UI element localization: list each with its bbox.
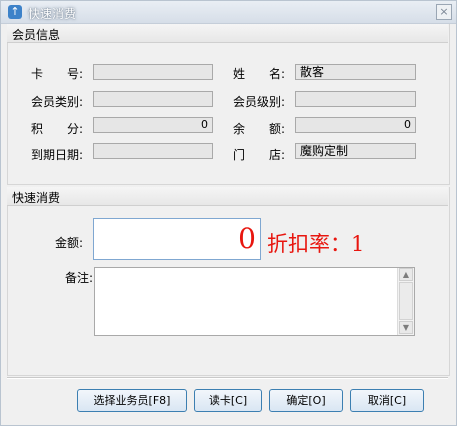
app-up-arrow-icon: ↑ bbox=[8, 5, 22, 19]
remark-textarea[interactable]: ▲ ▼ bbox=[94, 267, 415, 336]
expiry-label: 到期日期: bbox=[31, 148, 84, 162]
expiry-field bbox=[93, 143, 213, 159]
category-label: 会员类别: bbox=[31, 95, 84, 109]
remark-label: 备注: bbox=[65, 271, 94, 285]
scroll-down-icon[interactable]: ▼ bbox=[399, 321, 413, 334]
window-title: 快速消费 bbox=[28, 7, 77, 21]
consume-header: 快速消费 bbox=[7, 187, 448, 206]
remark-scrollbar[interactable]: ▲ ▼ bbox=[397, 268, 414, 335]
discount-rate-text: 折扣率：1 bbox=[267, 232, 365, 256]
consume-title: 快速消费 bbox=[12, 191, 61, 205]
level-field bbox=[295, 91, 416, 107]
read-card-button[interactable]: 读卡[C] bbox=[194, 389, 262, 412]
points-field: 0 bbox=[93, 117, 213, 133]
balance-field: 0 bbox=[295, 117, 416, 133]
level-label: 会员级别: bbox=[233, 95, 286, 109]
scroll-up-icon[interactable]: ▲ bbox=[399, 268, 413, 281]
amount-label: 金额: bbox=[55, 236, 84, 250]
store-label: 门 店: bbox=[233, 148, 286, 162]
scroll-thumb[interactable] bbox=[399, 282, 413, 320]
amount-input[interactable]: 0 bbox=[93, 218, 261, 260]
member-info-header: 会员信息 bbox=[7, 24, 448, 43]
member-info-title: 会员信息 bbox=[12, 28, 61, 42]
quick-consume-dialog: ↑ 快速消费 × 会员信息 卡 号: 姓 名: 散客 会员类别: 会员级别: 积… bbox=[0, 0, 457, 426]
title-bar[interactable]: ↑ 快速消费 × bbox=[1, 1, 456, 24]
category-field bbox=[93, 91, 213, 107]
footer-separator bbox=[7, 377, 448, 379]
store-field: 魔购定制 bbox=[295, 143, 416, 159]
cancel-button[interactable]: 取消[C] bbox=[350, 389, 424, 412]
close-button[interactable]: × bbox=[436, 4, 452, 20]
card-no-label: 卡 号: bbox=[31, 67, 84, 81]
balance-label: 余 额: bbox=[233, 122, 286, 136]
select-staff-button[interactable]: 选择业务员[F8] bbox=[77, 389, 187, 412]
card-no-field bbox=[93, 64, 213, 80]
name-field: 散客 bbox=[295, 64, 416, 80]
confirm-button[interactable]: 确定[O] bbox=[269, 389, 343, 412]
points-label: 积 分: bbox=[31, 122, 84, 136]
name-label: 姓 名: bbox=[233, 67, 286, 81]
